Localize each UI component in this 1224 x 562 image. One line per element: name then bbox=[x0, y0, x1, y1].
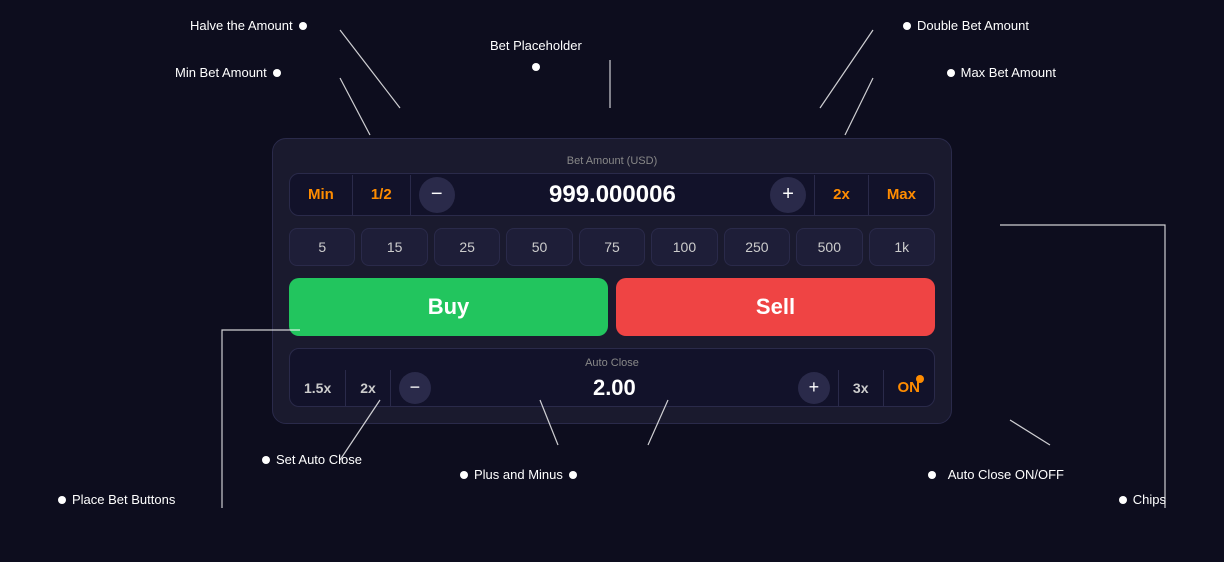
half-bet-button[interactable]: 1/2 bbox=[353, 174, 410, 215]
dot-auto-close-onoff bbox=[928, 471, 936, 479]
auto-close-label: Auto Close bbox=[290, 349, 934, 369]
dot-min-bet bbox=[273, 69, 281, 77]
bet-widget: Bet Amount (USD) Min 1/2 − 999.000006 + … bbox=[272, 138, 952, 424]
chip-75[interactable]: 75 bbox=[579, 228, 645, 266]
chip-250[interactable]: 250 bbox=[724, 228, 790, 266]
dot-double-bet bbox=[903, 22, 911, 30]
ac-3x-button[interactable]: 3x bbox=[839, 370, 883, 406]
annotation-max-bet: Max Bet Amount bbox=[848, 65, 1056, 80]
ac-increase-button[interactable]: + bbox=[798, 372, 830, 404]
annotation-chips: Chips bbox=[1119, 492, 1166, 507]
annotation-min-bet: Min Bet Amount bbox=[175, 65, 281, 80]
divider-2 bbox=[410, 175, 411, 215]
dot-halve bbox=[299, 22, 307, 30]
sell-button[interactable]: Sell bbox=[616, 278, 935, 336]
chip-1k[interactable]: 1k bbox=[869, 228, 935, 266]
dot-max-bet bbox=[947, 69, 955, 77]
ac-on-button[interactable]: ON bbox=[884, 369, 935, 406]
chips-row: 5 15 25 50 75 100 250 500 1k bbox=[289, 228, 935, 266]
ac-divider-2 bbox=[390, 370, 391, 406]
annotation-place-bet: Place Bet Buttons bbox=[58, 492, 175, 507]
auto-close-section: Auto Close 1.5x 2x − 2.00 + 3x ON bbox=[289, 348, 935, 407]
chip-100[interactable]: 100 bbox=[651, 228, 717, 266]
ac-value-display: 2.00 bbox=[439, 375, 790, 401]
action-row: Buy Sell bbox=[289, 278, 935, 336]
chip-25[interactable]: 25 bbox=[434, 228, 500, 266]
chip-15[interactable]: 15 bbox=[361, 228, 427, 266]
dot-bet-placeholder bbox=[532, 63, 540, 71]
double-bet-button[interactable]: 2x bbox=[815, 174, 868, 215]
bet-amount-label: Bet Amount (USD) bbox=[289, 155, 935, 167]
chip-500[interactable]: 500 bbox=[796, 228, 862, 266]
ac-1.5x-button[interactable]: 1.5x bbox=[290, 370, 345, 406]
buy-button[interactable]: Buy bbox=[289, 278, 608, 336]
dot-plus-minus bbox=[460, 471, 468, 479]
auto-close-row: 1.5x 2x − 2.00 + 3x ON bbox=[290, 369, 934, 406]
dot-chips bbox=[1119, 496, 1127, 504]
bet-amount-section: Bet Amount (USD) Min 1/2 − 999.000006 + … bbox=[289, 155, 935, 216]
annotation-bet-placeholder: Bet Placeholder bbox=[490, 38, 582, 71]
annotation-auto-close-onoff: Auto Close ON/OFF bbox=[928, 467, 1064, 482]
dot-set-auto-close bbox=[262, 456, 270, 464]
annotation-double-bet: Double Bet Amount bbox=[830, 18, 1029, 33]
chip-5[interactable]: 5 bbox=[289, 228, 355, 266]
annotation-set-auto-close: Set Auto Close bbox=[262, 452, 362, 467]
min-bet-button[interactable]: Min bbox=[290, 174, 352, 215]
bet-value-display: 999.000006 bbox=[463, 181, 762, 209]
annotation-halve-amount: Halve the Amount bbox=[190, 18, 307, 33]
increase-bet-button[interactable]: + bbox=[770, 177, 806, 213]
ac-2x-button[interactable]: 2x bbox=[346, 370, 390, 406]
dot-plus-minus-right bbox=[569, 471, 577, 479]
dot-place-bet bbox=[58, 496, 66, 504]
chip-50[interactable]: 50 bbox=[506, 228, 572, 266]
decrease-bet-button[interactable]: − bbox=[419, 177, 455, 213]
bet-amount-row: Min 1/2 − 999.000006 + 2x Max bbox=[289, 173, 935, 216]
annotation-plus-minus: Plus and Minus bbox=[460, 467, 577, 482]
ac-on-dot bbox=[916, 375, 924, 383]
max-bet-button[interactable]: Max bbox=[869, 174, 934, 215]
ac-decrease-button[interactable]: − bbox=[399, 372, 431, 404]
